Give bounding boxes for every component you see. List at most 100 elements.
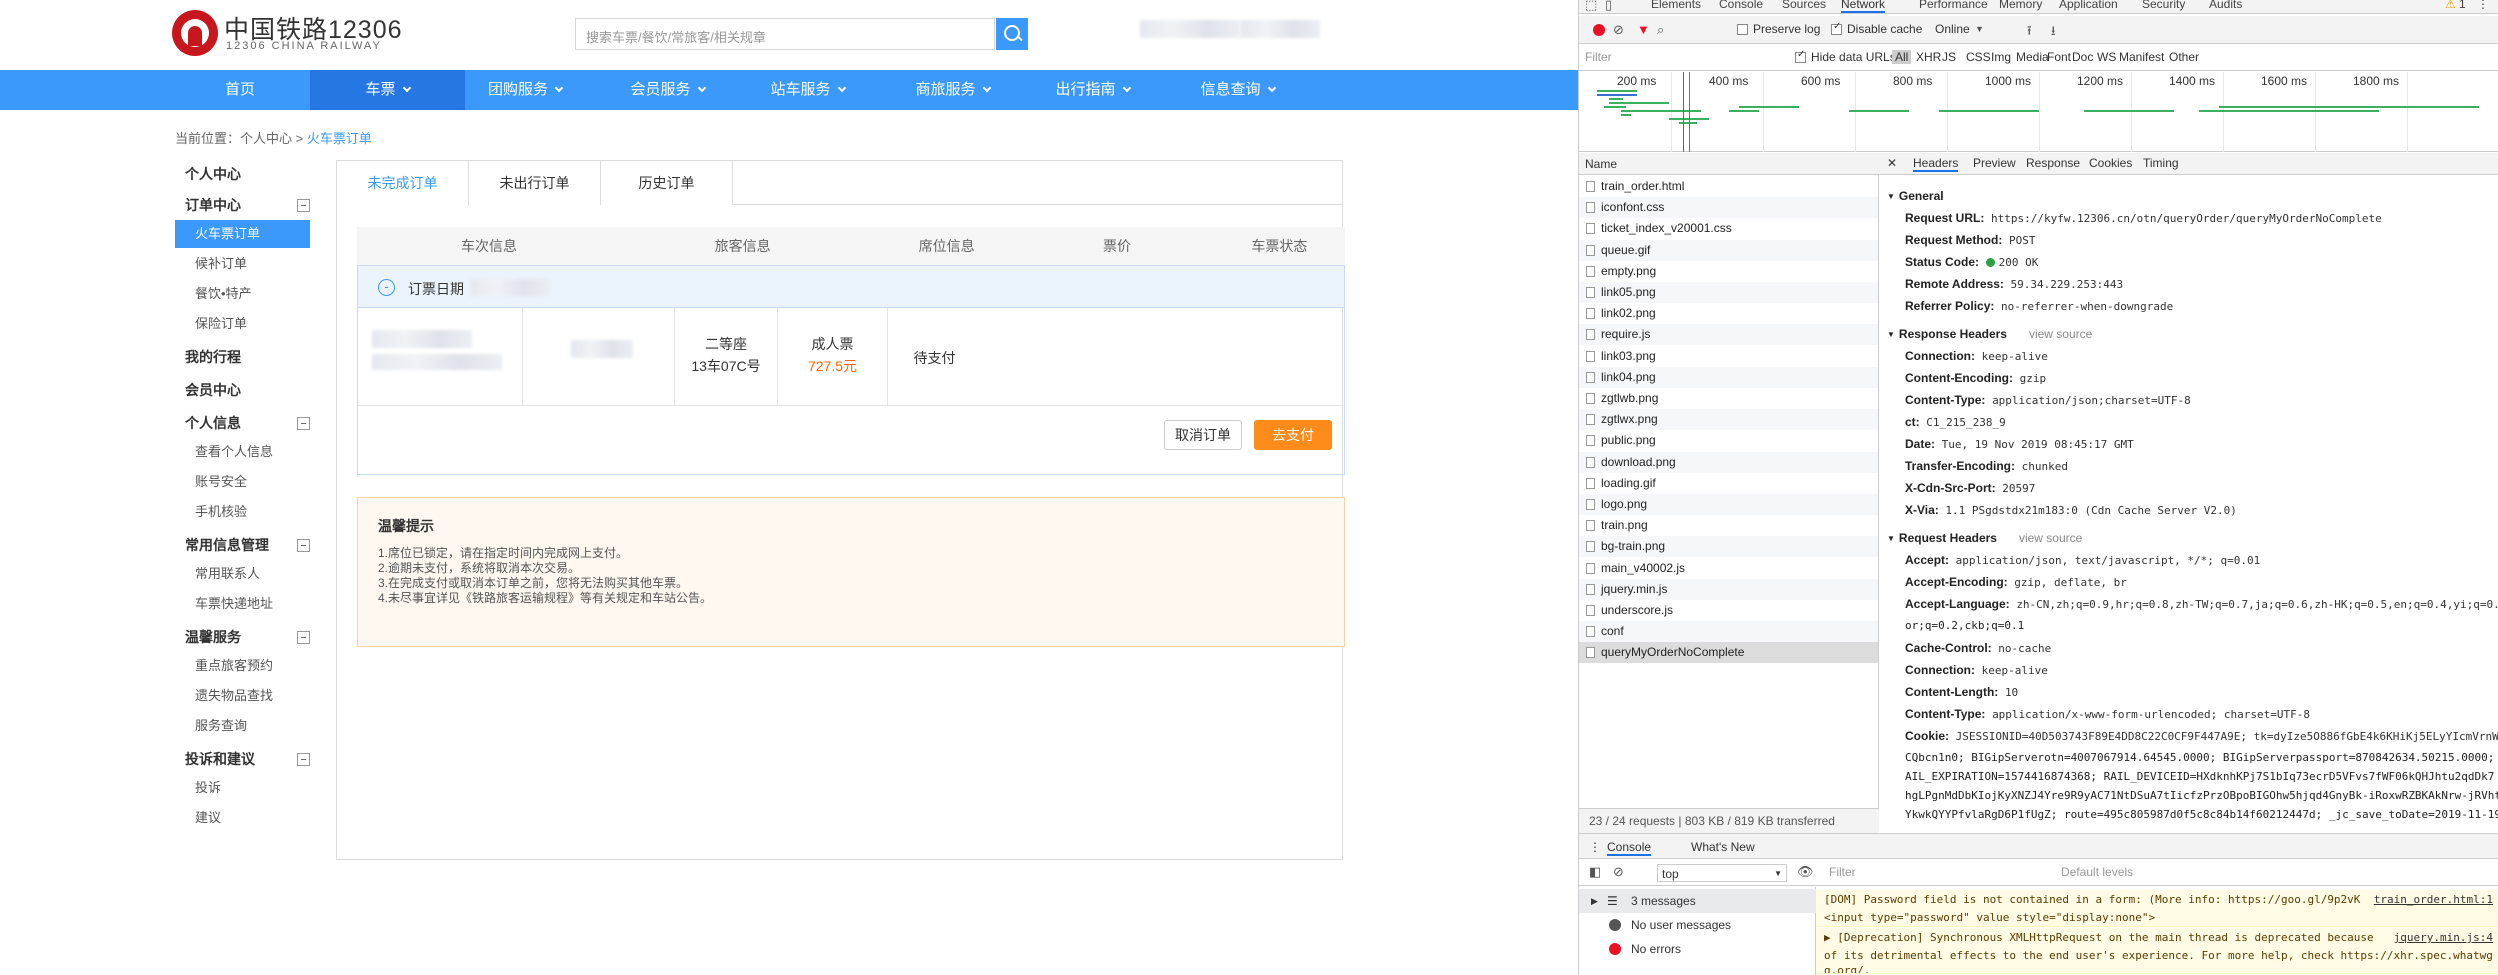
breadcrumb-parent[interactable]: 个人中心 [240, 131, 292, 146]
more-icon[interactable]: ⋮ [2477, 0, 2489, 11]
request-row[interactable]: public.png [1579, 430, 1878, 451]
console-sidebar-item[interactable]: No user messages [1579, 913, 1816, 937]
sidebar-heading[interactable]: 会员中心 [175, 376, 310, 404]
warning-icon[interactable]: ⚠ [2445, 0, 2456, 11]
source-link[interactable]: train_order.html:1 [2374, 893, 2493, 906]
record-icon[interactable] [1593, 24, 1605, 36]
sidebar-heading[interactable]: 个人中心 [175, 160, 310, 188]
devtools-tab[interactable]: Application [2059, 0, 2118, 11]
devtools-tab[interactable]: Network [1841, 0, 1886, 13]
devtools-tab[interactable]: Sources [1782, 0, 1826, 11]
cancel-order-button[interactable]: 取消订单 [1164, 420, 1242, 450]
sidebar-item[interactable]: 手机核验 [175, 498, 310, 526]
request-row[interactable]: jquery.min.js [1579, 578, 1878, 600]
search-icon[interactable] [996, 18, 1028, 50]
inspect-icon[interactable]: ⬚ [1585, 0, 1597, 13]
request-row[interactable]: require.js [1579, 324, 1878, 346]
drawer-tab[interactable]: Console [1607, 840, 1652, 856]
view-source-link[interactable]: view source [2019, 531, 2082, 545]
filter-type-doc[interactable]: Doc [2072, 50, 2093, 64]
sidebar-item[interactable]: 火车票订单 [175, 220, 310, 248]
sidebar-item[interactable]: 投诉 [175, 774, 310, 802]
order-tab[interactable]: 历史订单 [601, 161, 733, 205]
order-tab[interactable]: 未完成订单 [337, 161, 469, 206]
details-tab[interactable]: Cookies [2089, 156, 2132, 170]
eye-icon[interactable]: 👁 [1797, 864, 1814, 880]
filter-type-ws[interactable]: WS [2097, 50, 2116, 64]
drawer-tab[interactable]: What's New [1691, 840, 1755, 854]
section-header[interactable]: Response Headers view source [1887, 327, 2092, 341]
filter-type-all[interactable]: All [1892, 50, 1912, 64]
console-message[interactable]: g.org/. [1816, 964, 2498, 974]
request-row[interactable]: logo.png [1579, 494, 1878, 515]
preserve-log-checkbox[interactable] [1737, 24, 1748, 35]
filter-type-other[interactable]: Other [2169, 50, 2199, 64]
request-row[interactable]: train.png [1579, 515, 1878, 536]
console-filter-input[interactable]: Filter [1829, 865, 1856, 879]
sidebar-item[interactable]: 候补订单 [175, 250, 310, 278]
console-message[interactable]: <input type="password" value style="disp… [1816, 908, 2498, 927]
nav-item[interactable]: 站车服务 [735, 70, 880, 110]
drawer-menu-icon[interactable]: ⋮ [1589, 840, 1601, 854]
collapse-icon[interactable] [297, 631, 310, 644]
request-row[interactable]: empty.png [1579, 261, 1878, 282]
close-icon[interactable]: ✕ [1887, 156, 1897, 170]
pay-button[interactable]: 去支付 [1254, 420, 1332, 450]
sidebar-item[interactable]: 车票快递地址 [175, 590, 310, 618]
source-link[interactable]: jquery.min.js:4 [2394, 931, 2493, 944]
request-row[interactable]: ticket_index_v20001.css [1579, 218, 1878, 239]
device-toolbar-icon[interactable]: ▯ [1605, 0, 1612, 13]
export-icon[interactable]: ⭳ [2051, 22, 2056, 44]
devtools-tab[interactable]: Elements [1651, 0, 1701, 11]
collapse-icon[interactable] [297, 199, 310, 212]
console-message[interactable]: of its detrimental effects to the end us… [1816, 946, 2498, 965]
nav-item[interactable]: 团购服务 [460, 70, 590, 110]
request-row[interactable]: link02.png [1579, 303, 1878, 324]
site-search-input[interactable]: 搜索车票/餐饮/常旅客/相关规章 [575, 18, 995, 50]
console-message[interactable]: ▶ [Deprecation] Synchronous XMLHttpReque… [1816, 928, 2498, 947]
filter-type-manifest[interactable]: Manifest [2119, 50, 2164, 64]
railway-logo-icon[interactable] [172, 10, 218, 56]
request-row[interactable]: link05.png [1579, 282, 1878, 303]
section-header[interactable]: Request Headers view source [1887, 531, 2082, 545]
sidebar-heading[interactable]: 个人信息 [175, 409, 310, 437]
details-tab[interactable]: Timing [2143, 156, 2179, 170]
filter-type-font[interactable]: Font [2047, 50, 2071, 64]
request-row[interactable]: bg-train.png [1579, 536, 1878, 558]
clear-icon[interactable]: ⊘ [1613, 22, 1624, 38]
nav-item[interactable]: 信息查询 [1160, 70, 1315, 110]
nav-item[interactable]: 出行指南 [1020, 70, 1165, 110]
log-levels-select[interactable]: Default levels [2061, 865, 2133, 879]
details-tab[interactable]: Response [2026, 156, 2080, 170]
sidebar-heading[interactable]: 常用信息管理 [175, 531, 310, 559]
filter-icon[interactable]: ▼ [1637, 22, 1650, 37]
console-sidebar-item[interactable]: ▶ ☰ 3 messages [1579, 889, 1816, 913]
collapse-icon[interactable] [297, 417, 310, 430]
context-select[interactable]: top ▼ [1657, 864, 1787, 882]
search-icon[interactable]: ⌕ [1657, 22, 1664, 38]
request-row[interactable]: download.png [1579, 451, 1878, 473]
filter-type-css[interactable]: CSS [1966, 50, 1991, 64]
sidebar-item[interactable]: 查看个人信息 [175, 438, 310, 466]
chevron-down-icon[interactable]: ▼ [1975, 24, 1984, 34]
sidebar-item[interactable]: 遗失物品查找 [175, 682, 310, 710]
devtools-tab[interactable]: Console [1719, 0, 1763, 11]
details-tab[interactable]: Preview [1973, 156, 2016, 170]
view-source-link[interactable]: view source [2029, 327, 2092, 341]
collapse-icon[interactable] [297, 753, 310, 766]
request-row[interactable]: main_v40002.js [1579, 558, 1878, 579]
sidebar-toggle-icon[interactable]: ◧ [1589, 864, 1601, 880]
devtools-tab[interactable]: Security [2142, 0, 2185, 11]
nav-item[interactable]: 首页 [180, 70, 300, 110]
clear-console-icon[interactable]: ⊘ [1613, 864, 1624, 880]
request-row[interactable]: conf [1579, 621, 1878, 643]
hide-data-urls-checkbox[interactable] [1795, 49, 1806, 63]
sidebar-item[interactable]: 重点旅客预约 [175, 652, 310, 680]
devtools-tab[interactable]: Performance [1919, 0, 1988, 11]
disable-cache-checkbox[interactable] [1831, 21, 1842, 35]
nav-item[interactable]: 商旅服务 [880, 70, 1025, 110]
order-tab[interactable]: 未出行订单 [469, 161, 601, 205]
sidebar-item[interactable]: 保险订单 [175, 310, 310, 338]
sidebar-item[interactable]: 建议 [175, 804, 310, 832]
filter-type-js[interactable]: JS [1942, 50, 1956, 64]
